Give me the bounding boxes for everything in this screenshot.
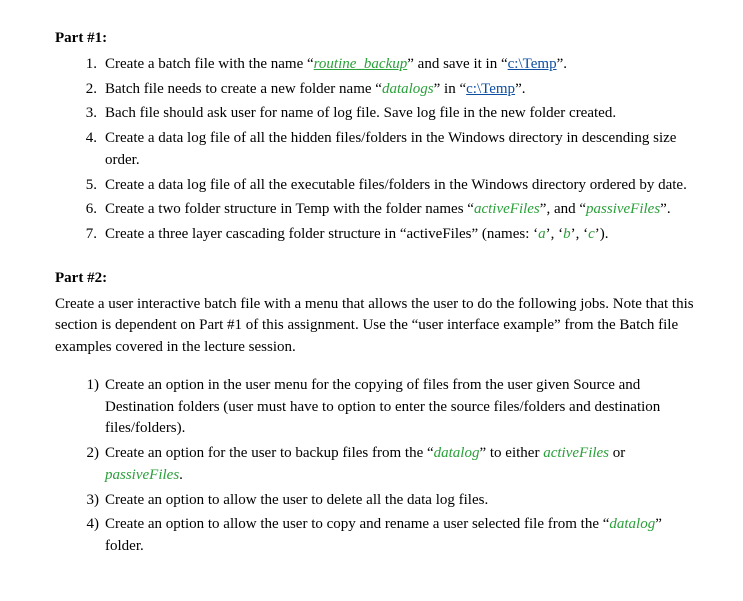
part1-heading: Part #1: [55, 28, 703, 50]
emphasis: c [588, 226, 595, 242]
item-text: ”. [557, 56, 567, 72]
emphasis: activeFiles [474, 201, 540, 217]
list-item: 2) Create an option for the user to back… [85, 443, 703, 487]
item-text: Create an option for the user to backup … [105, 445, 434, 461]
emphasis: passiveFiles [105, 467, 179, 483]
list-item: 1) Create an option in the user menu for… [85, 375, 703, 440]
list-item: 3) Create an option to allow the user to… [85, 490, 703, 512]
path-link: c:\Temp [466, 81, 515, 97]
item-text: Bach file should ask user for name of lo… [105, 105, 616, 121]
item-text: ” and save it in “ [407, 56, 507, 72]
item-text: ”, and “ [540, 201, 586, 217]
emphasis: routine_backup [314, 56, 408, 72]
item-number: 4. [75, 128, 97, 150]
item-text: Create an option to allow the user to de… [105, 492, 488, 508]
item-text: ”. [515, 81, 525, 97]
item-text: ” to either [479, 445, 543, 461]
part1-list: 1. Create a batch file with the name “ro… [55, 54, 703, 246]
emphasis: activeFiles [543, 445, 609, 461]
list-item: 4) Create an option to allow the user to… [85, 514, 703, 558]
item-number: 2. [75, 79, 97, 101]
list-item: 4. Create a data log file of all the hid… [83, 128, 703, 172]
item-number: 3. [75, 103, 97, 125]
item-number: 4) [79, 514, 99, 536]
list-item: 5. Create a data log file of all the exe… [83, 175, 703, 197]
item-text: Create a batch file with the name “ [105, 56, 314, 72]
list-item: 6. Create a two folder structure in Temp… [83, 199, 703, 221]
emphasis: a [538, 226, 546, 242]
item-text: Batch file needs to create a new folder … [105, 81, 382, 97]
item-number: 6. [75, 199, 97, 221]
item-number: 3) [79, 490, 99, 512]
item-number: 2) [79, 443, 99, 465]
item-number: 1) [79, 375, 99, 397]
item-text: . [179, 467, 183, 483]
item-text: Create a data log file of all the execut… [105, 177, 687, 193]
item-text: Create an option in the user menu for th… [105, 377, 660, 437]
item-text: ’). [595, 226, 609, 242]
item-number: 1. [75, 54, 97, 76]
emphasis: b [563, 226, 571, 242]
item-text: Create a two folder structure in Temp wi… [105, 201, 474, 217]
path-link: c:\Temp [508, 56, 557, 72]
item-text: ’, ‘ [546, 226, 564, 242]
item-text: ” in “ [434, 81, 466, 97]
emphasis: passiveFiles [586, 201, 660, 217]
item-number: 5. [75, 175, 97, 197]
list-item: 3. Bach file should ask user for name of… [83, 103, 703, 125]
list-item: 1. Create a batch file with the name “ro… [83, 54, 703, 76]
item-text: Create a three layer cascading folder st… [105, 226, 538, 242]
emphasis: datalogs [382, 81, 434, 97]
part2-intro: Create a user interactive batch file wit… [55, 294, 703, 359]
list-item: 2. Batch file needs to create a new fold… [83, 79, 703, 101]
item-text: or [609, 445, 625, 461]
part2-heading: Part #2: [55, 268, 703, 290]
item-number: 7. [75, 224, 97, 246]
emphasis: datalog [434, 445, 480, 461]
emphasis: datalog [609, 516, 655, 532]
item-text: ’, ‘ [571, 226, 589, 242]
part2-list: 1) Create an option in the user menu for… [55, 375, 703, 558]
list-item: 7. Create a three layer cascading folder… [83, 224, 703, 246]
item-text: Create a data log file of all the hidden… [105, 130, 676, 168]
item-text: Create an option to allow the user to co… [105, 516, 609, 532]
item-text: ”. [660, 201, 670, 217]
